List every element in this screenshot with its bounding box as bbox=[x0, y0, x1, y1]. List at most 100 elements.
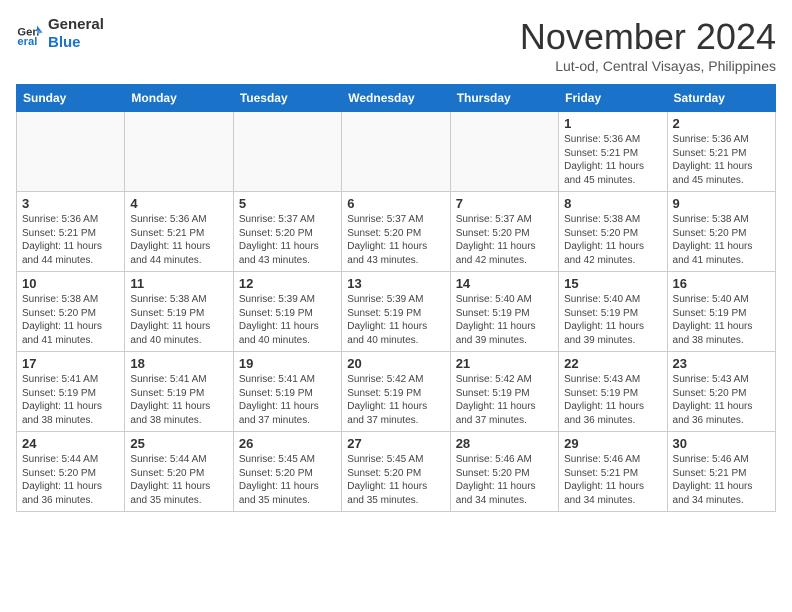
calendar-cell: 20 Sunrise: 5:42 AM Sunset: 5:19 PM Dayli… bbox=[342, 352, 450, 432]
day-info: Sunrise: 5:40 AM Sunset: 5:19 PM Dayligh… bbox=[456, 293, 553, 347]
day-number: 27 bbox=[347, 436, 444, 451]
day-info: Sunrise: 5:38 AM Sunset: 5:19 PM Dayligh… bbox=[130, 293, 227, 347]
day-number: 14 bbox=[456, 276, 553, 291]
col-header-friday: Friday bbox=[559, 85, 667, 112]
day-info: Sunrise: 5:36 AM Sunset: 5:21 PM Dayligh… bbox=[130, 213, 227, 267]
day-info: Sunrise: 5:41 AM Sunset: 5:19 PM Dayligh… bbox=[130, 373, 227, 427]
calendar-cell: 5 Sunrise: 5:37 AM Sunset: 5:20 PM Daylig… bbox=[233, 192, 341, 272]
calendar-cell: 27 Sunrise: 5:45 AM Sunset: 5:20 PM Dayli… bbox=[342, 432, 450, 512]
day-info: Sunrise: 5:39 AM Sunset: 5:19 PM Dayligh… bbox=[347, 293, 444, 347]
day-info: Sunrise: 5:46 AM Sunset: 5:20 PM Dayligh… bbox=[456, 453, 553, 507]
logo-line2: Blue bbox=[48, 34, 104, 52]
day-number: 15 bbox=[564, 276, 661, 291]
day-number: 25 bbox=[130, 436, 227, 451]
day-info: Sunrise: 5:42 AM Sunset: 5:19 PM Dayligh… bbox=[347, 373, 444, 427]
day-info: Sunrise: 5:38 AM Sunset: 5:20 PM Dayligh… bbox=[564, 213, 661, 267]
day-info: Sunrise: 5:36 AM Sunset: 5:21 PM Dayligh… bbox=[564, 133, 661, 187]
week-row-3: 10Sunrise: 5:38 AM Sunset: 5:20 PM Dayli… bbox=[17, 272, 776, 352]
day-number: 1 bbox=[564, 116, 661, 131]
week-row-5: 24Sunrise: 5:44 AM Sunset: 5:20 PM Dayli… bbox=[17, 432, 776, 512]
calendar-cell: 25 Sunrise: 5:44 AM Sunset: 5:20 PM Dayli… bbox=[125, 432, 233, 512]
day-info: Sunrise: 5:37 AM Sunset: 5:20 PM Dayligh… bbox=[347, 213, 444, 267]
day-number: 8 bbox=[564, 196, 661, 211]
calendar-cell: 8 Sunrise: 5:38 AM Sunset: 5:20 PM Daylig… bbox=[559, 192, 667, 272]
calendar-cell: 11 Sunrise: 5:38 AM Sunset: 5:19 PM Dayli… bbox=[125, 272, 233, 352]
day-info: Sunrise: 5:41 AM Sunset: 5:19 PM Dayligh… bbox=[239, 373, 336, 427]
day-number: 4 bbox=[130, 196, 227, 211]
day-info: Sunrise: 5:44 AM Sunset: 5:20 PM Dayligh… bbox=[22, 453, 119, 507]
day-info: Sunrise: 5:41 AM Sunset: 5:19 PM Dayligh… bbox=[22, 373, 119, 427]
day-info: Sunrise: 5:36 AM Sunset: 5:21 PM Dayligh… bbox=[22, 213, 119, 267]
col-header-sunday: Sunday bbox=[17, 85, 125, 112]
day-info: Sunrise: 5:36 AM Sunset: 5:21 PM Dayligh… bbox=[673, 133, 770, 187]
day-info: Sunrise: 5:43 AM Sunset: 5:19 PM Dayligh… bbox=[564, 373, 661, 427]
day-number: 6 bbox=[347, 196, 444, 211]
calendar-cell: 7Sunrise: 5:37 AM Sunset: 5:20 PM Daylig… bbox=[450, 192, 558, 272]
day-number: 5 bbox=[239, 196, 336, 211]
calendar-cell: 18 Sunrise: 5:41 AM Sunset: 5:19 PM Dayli… bbox=[125, 352, 233, 432]
day-info: Sunrise: 5:46 AM Sunset: 5:21 PM Dayligh… bbox=[564, 453, 661, 507]
day-number: 23 bbox=[673, 356, 770, 371]
calendar-cell: 2Sunrise: 5:36 AM Sunset: 5:21 PM Daylig… bbox=[667, 112, 775, 192]
calendar-cell: 19Sunrise: 5:41 AM Sunset: 5:19 PM Dayli… bbox=[233, 352, 341, 432]
calendar-cell: 9 Sunrise: 5:38 AM Sunset: 5:20 PM Daylig… bbox=[667, 192, 775, 272]
day-number: 13 bbox=[347, 276, 444, 291]
calendar-cell: 22 Sunrise: 5:43 AM Sunset: 5:19 PM Dayli… bbox=[559, 352, 667, 432]
day-info: Sunrise: 5:38 AM Sunset: 5:20 PM Dayligh… bbox=[673, 213, 770, 267]
day-number: 7 bbox=[456, 196, 553, 211]
title-area: November 2024 Lut-od, Central Visayas, P… bbox=[520, 16, 776, 74]
calendar-cell: 10Sunrise: 5:38 AM Sunset: 5:20 PM Dayli… bbox=[17, 272, 125, 352]
day-number: 3 bbox=[22, 196, 119, 211]
svg-text:eral: eral bbox=[17, 36, 37, 48]
calendar-cell: 16 Sunrise: 5:40 AM Sunset: 5:19 PM Dayli… bbox=[667, 272, 775, 352]
day-number: 28 bbox=[456, 436, 553, 451]
calendar-cell: 30Sunrise: 5:46 AM Sunset: 5:21 PM Dayli… bbox=[667, 432, 775, 512]
day-number: 18 bbox=[130, 356, 227, 371]
day-number: 21 bbox=[456, 356, 553, 371]
day-info: Sunrise: 5:37 AM Sunset: 5:20 PM Dayligh… bbox=[239, 213, 336, 267]
day-info: Sunrise: 5:45 AM Sunset: 5:20 PM Dayligh… bbox=[347, 453, 444, 507]
week-row-4: 17 Sunrise: 5:41 AM Sunset: 5:19 PM Dayli… bbox=[17, 352, 776, 432]
calendar-cell: 13 Sunrise: 5:39 AM Sunset: 5:19 PM Dayli… bbox=[342, 272, 450, 352]
day-info: Sunrise: 5:45 AM Sunset: 5:20 PM Dayligh… bbox=[239, 453, 336, 507]
calendar-cell: 29 Sunrise: 5:46 AM Sunset: 5:21 PM Dayli… bbox=[559, 432, 667, 512]
calendar-cell: 28 Sunrise: 5:46 AM Sunset: 5:20 PM Dayli… bbox=[450, 432, 558, 512]
calendar-cell: 26Sunrise: 5:45 AM Sunset: 5:20 PM Dayli… bbox=[233, 432, 341, 512]
page-header: Gen eral General Blue November 2024 Lut-… bbox=[16, 16, 776, 74]
day-number: 29 bbox=[564, 436, 661, 451]
day-number: 12 bbox=[239, 276, 336, 291]
calendar-cell: 4 Sunrise: 5:36 AM Sunset: 5:21 PM Daylig… bbox=[125, 192, 233, 272]
day-number: 11 bbox=[130, 276, 227, 291]
calendar-table: SundayMondayTuesdayWednesdayThursdayFrid… bbox=[16, 84, 776, 512]
day-info: Sunrise: 5:38 AM Sunset: 5:20 PM Dayligh… bbox=[22, 293, 119, 347]
day-number: 17 bbox=[22, 356, 119, 371]
calendar-cell: 1 Sunrise: 5:36 AM Sunset: 5:21 PM Daylig… bbox=[559, 112, 667, 192]
calendar-cell: 21Sunrise: 5:42 AM Sunset: 5:19 PM Dayli… bbox=[450, 352, 558, 432]
calendar-cell bbox=[125, 112, 233, 192]
calendar-cell: 12Sunrise: 5:39 AM Sunset: 5:19 PM Dayli… bbox=[233, 272, 341, 352]
calendar-header-row: SundayMondayTuesdayWednesdayThursdayFrid… bbox=[17, 85, 776, 112]
calendar-cell: 3 Sunrise: 5:36 AM Sunset: 5:21 PM Daylig… bbox=[17, 192, 125, 272]
col-header-tuesday: Tuesday bbox=[233, 85, 341, 112]
col-header-saturday: Saturday bbox=[667, 85, 775, 112]
calendar-cell: 15Sunrise: 5:40 AM Sunset: 5:19 PM Dayli… bbox=[559, 272, 667, 352]
col-header-wednesday: Wednesday bbox=[342, 85, 450, 112]
logo-icon: Gen eral bbox=[16, 20, 44, 48]
location: Lut-od, Central Visayas, Philippines bbox=[520, 58, 776, 74]
calendar-cell bbox=[233, 112, 341, 192]
logo-line1: General bbox=[48, 16, 104, 34]
day-number: 9 bbox=[673, 196, 770, 211]
calendar-cell: 17 Sunrise: 5:41 AM Sunset: 5:19 PM Dayli… bbox=[17, 352, 125, 432]
calendar-cell bbox=[17, 112, 125, 192]
day-info: Sunrise: 5:44 AM Sunset: 5:20 PM Dayligh… bbox=[130, 453, 227, 507]
calendar-cell: 6 Sunrise: 5:37 AM Sunset: 5:20 PM Daylig… bbox=[342, 192, 450, 272]
day-info: Sunrise: 5:40 AM Sunset: 5:19 PM Dayligh… bbox=[673, 293, 770, 347]
day-number: 20 bbox=[347, 356, 444, 371]
month-title: November 2024 bbox=[520, 16, 776, 58]
calendar-cell: 24Sunrise: 5:44 AM Sunset: 5:20 PM Dayli… bbox=[17, 432, 125, 512]
calendar-cell bbox=[450, 112, 558, 192]
day-number: 22 bbox=[564, 356, 661, 371]
calendar-cell bbox=[342, 112, 450, 192]
day-info: Sunrise: 5:46 AM Sunset: 5:21 PM Dayligh… bbox=[673, 453, 770, 507]
day-number: 16 bbox=[673, 276, 770, 291]
